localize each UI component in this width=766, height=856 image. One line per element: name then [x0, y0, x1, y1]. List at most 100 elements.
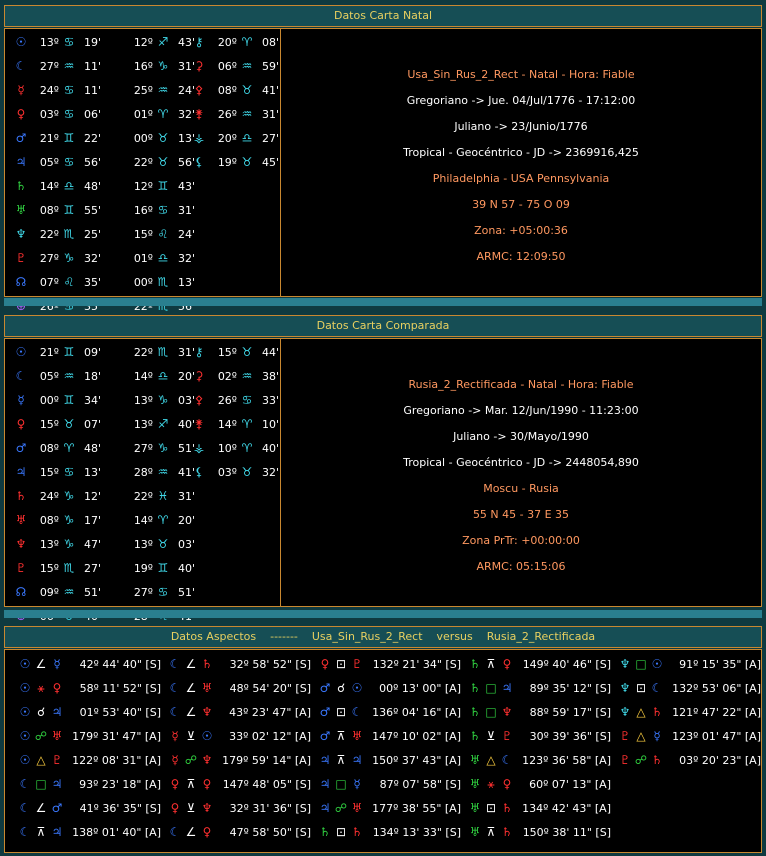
sign-glyph-icon: ♋ [63, 35, 75, 49]
aspect-glyph-icon: ⊼ [186, 777, 196, 791]
sign-glyph-icon: ♎ [157, 251, 169, 265]
aspect-glyph-icon: △ [486, 753, 496, 767]
sign-glyph-icon: ♌ [157, 227, 169, 241]
chart-info-line: Zona: +05:00:36 [474, 224, 568, 237]
planet1-glyph-icon: ☿ [171, 753, 179, 767]
aspect-row: ♂ ⊼ ♅ 147º 10' 02" [A] [317, 724, 461, 748]
planet1-glyph-icon: ♇ [619, 729, 631, 743]
aspect-row: ☾ ∠ ♂ 41º 36' 35" [S] [17, 796, 161, 820]
asteroid-position-row: ⚵ 26º ♒ 31' [191, 102, 279, 126]
asteroid-glyph-icon: ⚶ [193, 131, 205, 145]
asteroid-position-row: ⚷ 15º ♉ 44' [191, 340, 279, 364]
position-minute: 51' [83, 586, 101, 599]
aspect-glyph-icon: ⊻ [486, 729, 496, 743]
position-minute: 27' [261, 132, 279, 145]
asteroid-position-row: ⚳ 06º ♒ 59' [191, 54, 279, 78]
sign-glyph-icon: ♏ [157, 275, 169, 289]
position-minute: 48' [83, 442, 101, 455]
planet-position-row: ♆ 22º ♏ 25' [13, 222, 101, 246]
aspect-value: 30º 39' 36" [S] [529, 730, 611, 743]
aspect-value: 42º 44' 40" [S] [79, 658, 161, 671]
cusp-degree: 13º [133, 418, 153, 431]
planet-position-row: ♅ 08º ♑ 17' [13, 508, 101, 532]
aspect-row: ♅ ⚹ ♀ 60º 07' 13" [A] [467, 772, 611, 796]
aspect-glyph-icon: □ [335, 777, 347, 791]
cusp-minute: 03' [177, 538, 195, 551]
house-cusp-row: 00º ♉ 13' [123, 126, 195, 150]
aspect-value: 58º 11' 52" [S] [79, 682, 161, 695]
chart-info-line: 39 N 57 - 75 O 09 [472, 198, 570, 211]
aspect-row: ☉ ☌ ♃ 01º 53' 40" [S] [17, 700, 161, 724]
house-cusp-row: 00º ♏ 13' [123, 270, 195, 294]
sign-glyph-icon: ♉ [241, 345, 253, 359]
planet2-glyph-icon: ♇ [51, 753, 63, 767]
aspect-value: 121º 47' 22" [A] [672, 706, 761, 719]
planet-glyph-icon: ♆ [15, 537, 27, 551]
planet-glyph-icon: ♂ [15, 441, 27, 455]
planet1-glyph-icon: ♄ [469, 705, 481, 719]
aspect-value: 89º 35' 12" [S] [529, 682, 611, 695]
aspect-value: 149º 40' 46" [S] [522, 658, 611, 671]
planet-position-row: ♂ 21º ♊ 22' [13, 126, 101, 150]
planet1-glyph-icon: ☿ [171, 729, 179, 743]
sign-glyph-icon: ♑ [63, 251, 75, 265]
planet-glyph-icon: ☿ [17, 83, 25, 97]
aspect-value: 123º 36' 58" [A] [522, 754, 611, 767]
sign-glyph-icon: ♐ [157, 35, 169, 49]
planet1-glyph-icon: ♇ [619, 753, 631, 767]
planet-glyph-icon: ♄ [15, 179, 27, 193]
aspect-value: 123º 01' 47" [A] [672, 730, 761, 743]
planet2-glyph-icon: ♃ [51, 825, 63, 839]
sign-glyph-icon: ♒ [63, 59, 75, 73]
aspect-row: ♄ □ ♃ 89º 35' 12" [S] [467, 676, 611, 700]
position-degree: 07º [39, 276, 59, 289]
sign-glyph-icon: ♋ [63, 465, 75, 479]
sign-glyph-icon: ♑ [157, 59, 169, 73]
planet1-glyph-icon: ♆ [619, 705, 631, 719]
aspects-body: ☉ ∠ ☿ 42º 44' 40" [S] ☉ ⚹ ♀ 58º 11' 52" [S] ☉ ☌ ♃ 0… [4, 649, 762, 853]
cusp-degree: 28º [133, 466, 153, 479]
planet-position-row: ☿ 00º ♊ 34' [13, 388, 101, 412]
sign-glyph-icon: ♈ [241, 35, 253, 49]
planet1-glyph-icon: ♂ [319, 729, 331, 743]
sign-glyph-icon: ♋ [63, 155, 75, 169]
planet1-glyph-icon: ♅ [469, 777, 481, 791]
aspect-value: 132º 53' 06" [A] [672, 682, 761, 695]
position-degree: 05º [39, 156, 59, 169]
planet-position-row: ♃ 15º ♋ 13' [13, 460, 101, 484]
aspect-glyph-icon: △ [636, 705, 646, 719]
planet-glyph-icon: ♅ [15, 203, 27, 217]
planet2-glyph-icon: ♀ [502, 777, 512, 791]
planet-glyph-icon: ☊ [15, 275, 27, 289]
planet1-glyph-icon: ♃ [319, 753, 331, 767]
house-cusp-row: 14º ♎ 20' [123, 364, 195, 388]
aspect-glyph-icon: ∠ [185, 657, 197, 671]
aspect-row: ☿ ☍ ♆ 179º 59' 14" [A] [167, 748, 311, 772]
position-degree: 08º [39, 514, 59, 527]
position-minute: 17' [83, 514, 101, 527]
house-cusp-row: 01º ♎ 32' [123, 246, 195, 270]
cusp-degree: 12º [133, 36, 153, 49]
cusp-degree: 22º [133, 490, 153, 503]
planet-position-row: ☉ 13º ♋ 19' [13, 30, 101, 54]
cusp-degree: 13º [133, 394, 153, 407]
planet1-glyph-icon: ♄ [319, 825, 331, 839]
cusp-degree: 12º [133, 180, 153, 193]
aspect-glyph-icon: ☍ [634, 753, 648, 767]
sign-glyph-icon: ♒ [241, 107, 253, 121]
position-degree: 21º [39, 132, 59, 145]
sign-glyph-icon: ♎ [63, 179, 75, 193]
aspect-value: 47º 58' 50" [S] [229, 826, 311, 839]
sign-glyph-icon: ♒ [157, 83, 169, 97]
sign-glyph-icon: ♑ [63, 537, 75, 551]
aspect-row: ☉ ∠ ☿ 42º 44' 40" [S] [17, 652, 161, 676]
position-minute: 47' [83, 538, 101, 551]
aspect-glyph-icon: △ [636, 729, 646, 743]
position-minute: 32' [83, 252, 101, 265]
position-degree: 06º [217, 60, 237, 73]
aspect-value: 150º 38' 11" [S] [522, 826, 611, 839]
position-minute: 18' [83, 370, 101, 383]
aspect-glyph-icon: ⊡ [635, 681, 647, 695]
planet2-glyph-icon: ☉ [351, 681, 363, 695]
asteroid-glyph-icon: ⚳ [194, 59, 204, 73]
